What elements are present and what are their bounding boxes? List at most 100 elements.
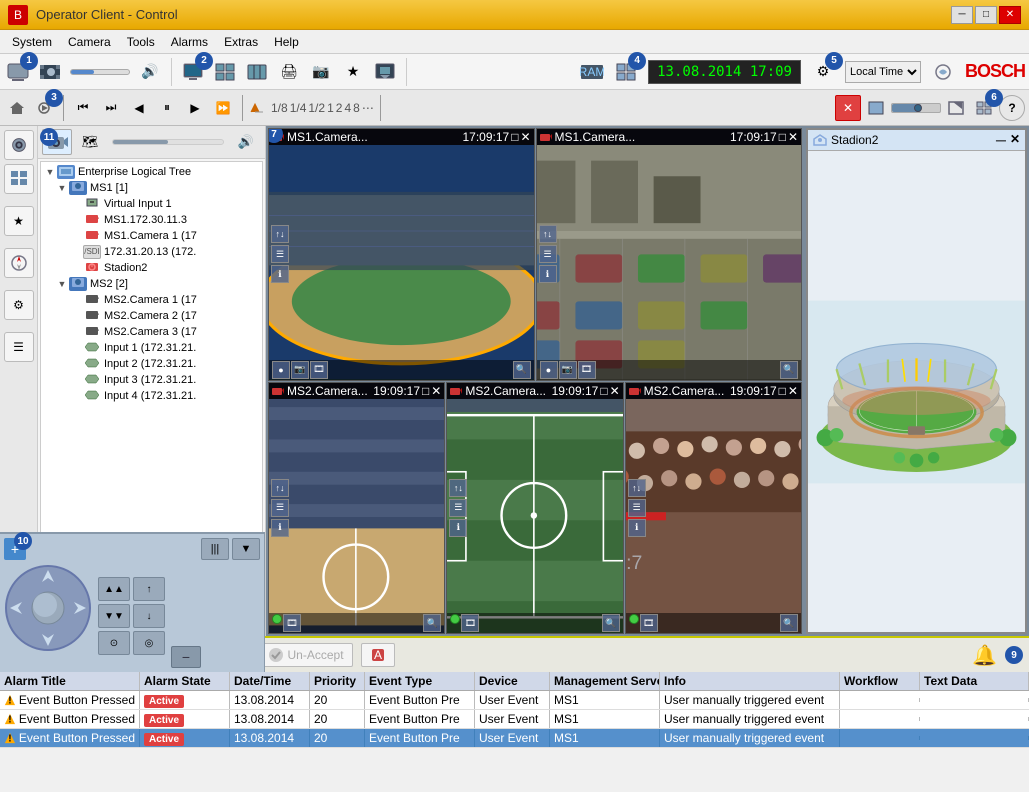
cam-ptz-btn-1[interactable]: ↑↓: [271, 225, 289, 243]
tree-item-ms1-cam1[interactable]: MS1.Camera 1 (17: [41, 228, 262, 244]
cam-menu-btn-3[interactable]: ☰: [271, 499, 289, 517]
restore-button[interactable]: □: [975, 6, 997, 24]
cam-record-btn-2[interactable]: ●: [540, 361, 558, 379]
playback-home-btn[interactable]: [4, 95, 30, 121]
tree-item-ms2[interactable]: ▼ MS2 [2]: [41, 276, 262, 292]
toolbar-connect-btn[interactable]: [929, 58, 957, 86]
alarm-row-3[interactable]: ! Event Button Pressed Active 13.08.2014…: [0, 729, 1029, 748]
cam-snap-btn-2[interactable]: 📷: [559, 361, 577, 379]
tree-item-ms2-cam3[interactable]: MS2.Camera 3 (17: [41, 324, 262, 340]
ptz-tilt-up-btn[interactable]: ↑: [133, 577, 165, 601]
tree-item-virtual-input[interactable]: Virtual Input 1: [41, 196, 262, 212]
menu-alarms[interactable]: Alarms: [163, 33, 216, 51]
menu-extras[interactable]: Extras: [216, 33, 266, 51]
alarm-row-2[interactable]: ! Event Button Pressed Active 13.08.2014…: [0, 710, 1029, 729]
playback-play-btn[interactable]: ▶: [182, 95, 208, 121]
cam-filmstrip-btn-5[interactable]: 🎞: [640, 614, 658, 632]
tree-audio-btn[interactable]: 🔊: [231, 129, 261, 155]
ptz-iris-open-btn[interactable]: ⊙: [98, 631, 130, 655]
cam-filmstrip-btn-4[interactable]: 🎞: [461, 614, 479, 632]
alarm-row-1[interactable]: ! Event Button Pressed Active 13.08.2014…: [0, 691, 1029, 710]
tree-item-172-31[interactable]: /SDI 172.31.20.13 (172.: [41, 244, 262, 260]
camera-cell-4[interactable]: MS2.Camera... 19:09:17 □ ✕: [446, 382, 623, 635]
tree-item-ms1-172[interactable]: MS1.172.30.11.3: [41, 212, 262, 228]
cam-ptz-btn-4[interactable]: ↑↓: [449, 479, 467, 497]
toolbar-print-btn[interactable]: 🖨: [275, 58, 303, 86]
ptz-minus-btn[interactable]: −: [171, 646, 201, 668]
camera-cell-5[interactable]: MS2.Camera... 19:09:17 □ ✕: [625, 382, 802, 635]
cam-info-btn-4[interactable]: ℹ: [449, 519, 467, 537]
camera-cell-1[interactable]: 7 MS1.Camera... 17:09:17 □ ✕: [268, 128, 535, 381]
cam-menu-btn-1[interactable]: ☰: [271, 245, 289, 263]
tree-item-ms1[interactable]: ▼ MS1 [1]: [41, 180, 262, 196]
menu-help[interactable]: Help: [266, 33, 307, 51]
camera-x-icon-4[interactable]: ✕: [610, 384, 620, 398]
fullscreen-btn[interactable]: [943, 95, 969, 121]
layout-single-btn[interactable]: [863, 95, 889, 121]
playback-fast-forward-btn[interactable]: ⏩: [210, 95, 236, 121]
unaccept-button[interactable]: Un-Accept: [259, 643, 353, 667]
cam-filmstrip-btn-3[interactable]: 🎞: [283, 614, 301, 632]
tree-item-stadion2[interactable]: Stadion2: [41, 260, 262, 276]
tree-item-ms2-cam1[interactable]: MS2.Camera 1 (17: [41, 292, 262, 308]
cam-zoom-btn-1[interactable]: 🔍: [513, 361, 531, 379]
popup-close-btn[interactable]: ✕: [1010, 132, 1020, 148]
toolbar-sequence-btn[interactable]: [243, 58, 271, 86]
close-all-btn[interactable]: ✕: [835, 95, 861, 121]
ptz-tilt-down-btn[interactable]: ↓: [133, 604, 165, 628]
camera-x-icon-5[interactable]: ✕: [788, 384, 798, 398]
ptz-zoom-out-btn[interactable]: ▼▼: [98, 604, 130, 628]
camera-x-icon-2[interactable]: ✕: [788, 130, 798, 144]
cam-zoom-btn-5[interactable]: 🔍: [780, 614, 798, 632]
nav-settings-icon[interactable]: ⚙: [4, 290, 34, 320]
camera-x-icon-3[interactable]: ✕: [431, 384, 441, 398]
minimize-button[interactable]: ─: [951, 6, 973, 24]
cam-info-btn-2[interactable]: ℹ: [539, 265, 557, 283]
cam-zoom-btn-4[interactable]: 🔍: [602, 614, 620, 632]
cam-ptz-btn-3[interactable]: ↑↓: [271, 479, 289, 497]
nav-list-icon[interactable]: ☰: [4, 332, 34, 362]
tree-item-input2[interactable]: Input 2 (172.31.21.: [41, 356, 262, 372]
camera-cell-2[interactable]: MS1.Camera... 17:09:17 □ ✕: [536, 128, 803, 381]
camera-close-icon-5[interactable]: □: [779, 384, 786, 398]
tree-root[interactable]: ▼ Enterprise Logical Tree: [41, 164, 262, 180]
playback-skip-start-btn[interactable]: ⏮: [70, 95, 96, 121]
toolbar-layout-btn[interactable]: [211, 58, 239, 86]
cam-zoom-btn-3[interactable]: 🔍: [423, 614, 441, 632]
camera-close-icon-2[interactable]: □: [779, 130, 786, 144]
toolbar-movie-btn[interactable]: [36, 58, 64, 86]
cam-info-btn-5[interactable]: ℹ: [628, 519, 646, 537]
tree-item-ms2-cam2[interactable]: MS2.Camera 2 (17: [41, 308, 262, 324]
camera-cell-3[interactable]: MS2.Camera... 19:09:17 □ ✕: [268, 382, 445, 635]
playback-step-back-btn[interactable]: ⏭: [98, 95, 124, 121]
toolbar-snapshot-btn[interactable]: 📷: [307, 58, 335, 86]
popup-minimize-btn[interactable]: ─: [996, 132, 1006, 148]
camera-close-icon-3[interactable]: □: [422, 384, 429, 398]
cam-ptz-btn-2[interactable]: ↑↓: [539, 225, 557, 243]
camera-close-icon-1[interactable]: □: [511, 130, 518, 144]
nav-star-icon[interactable]: ★: [4, 206, 34, 236]
playback-rewind-btn[interactable]: ◀: [126, 95, 152, 121]
ptz-group-btn[interactable]: |||: [201, 538, 229, 560]
tree-map-btn[interactable]: 🗺: [75, 129, 105, 155]
cam-zoom-btn-2[interactable]: 🔍: [780, 361, 798, 379]
tree-item-input3[interactable]: Input 3 (172.31.21.: [41, 372, 262, 388]
cam-snap-btn-1[interactable]: 📷: [291, 361, 309, 379]
toolbar-bookmark-btn[interactable]: ★: [339, 58, 367, 86]
cam-info-btn-1[interactable]: ℹ: [271, 265, 289, 283]
close-button[interactable]: ✕: [999, 6, 1021, 24]
nav-thumb-icon[interactable]: [4, 164, 34, 194]
toolbar-export-btn[interactable]: [371, 58, 399, 86]
cam-menu-btn-5[interactable]: ☰: [628, 499, 646, 517]
nav-camera-icon[interactable]: [4, 130, 34, 160]
cam-filmstrip-btn-2[interactable]: 🎞: [578, 361, 596, 379]
cam-menu-btn-4[interactable]: ☰: [449, 499, 467, 517]
cam-menu-btn-2[interactable]: ☰: [539, 245, 557, 263]
ptz-down-btn[interactable]: ▼: [232, 538, 260, 560]
nav-compass-icon[interactable]: [4, 248, 34, 278]
camera-close-icon-4[interactable]: □: [600, 384, 607, 398]
ptz-joystick-area[interactable]: [4, 564, 92, 652]
cam-info-btn-3[interactable]: ℹ: [271, 519, 289, 537]
menu-system[interactable]: System: [4, 33, 60, 51]
cam-filmstrip-btn-1[interactable]: 🎞: [310, 361, 328, 379]
